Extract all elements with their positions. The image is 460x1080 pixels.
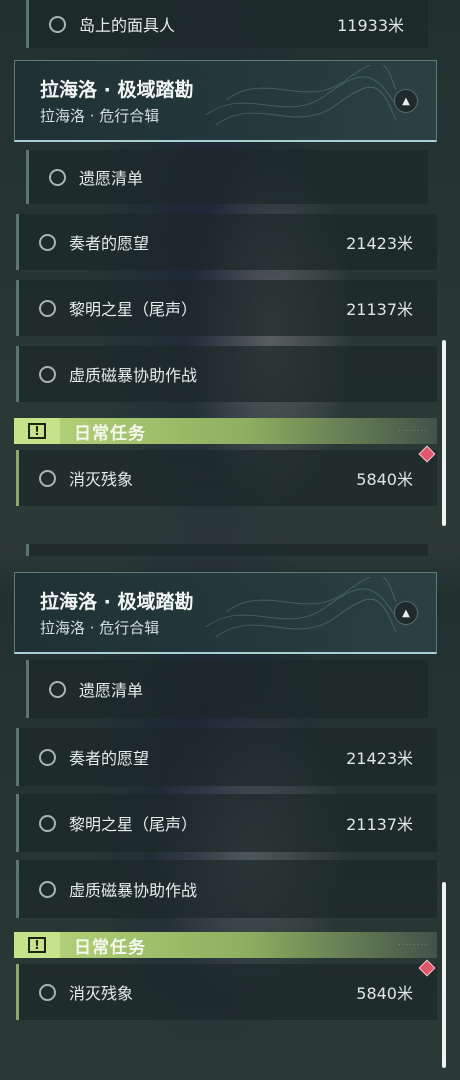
section-header[interactable]: 拉海洛 · 极域踏勘 拉海洛 · 危行合辑 ▲ [14, 60, 437, 142]
quest-distance: 11933米 [337, 16, 404, 35]
radio-circle-icon [49, 168, 66, 186]
section-title: 拉海洛 · 极域踏勘 [40, 591, 194, 613]
radio-circle-icon [39, 880, 56, 898]
radio-circle-icon [39, 469, 56, 487]
section-title: 拉海洛 · 极域踏勘 [40, 79, 194, 101]
quest-label: 遗愿清单 [79, 681, 144, 700]
section-header[interactable]: 拉海洛 · 极域踏勘 拉海洛 · 危行合辑 ▲ [14, 572, 437, 654]
quest-distance: 21137米 [346, 815, 413, 834]
daily-tasks-label: 日常任务 [74, 423, 146, 444]
exclamation-icon: ! [14, 418, 60, 444]
quest-panel-1: 岛上的面具人 11933米 拉海洛 · 极域踏勘 拉海洛 · 危行合辑 ▲ 遗愿… [0, 0, 460, 540]
quest-label: 黎明之星（尾声） [69, 300, 198, 319]
quest-label: 消灭残象 [69, 984, 134, 1003]
quest-label: 虚质磁暴协助作战 [69, 881, 198, 900]
quest-row-dawn-star[interactable]: 黎明之星（尾声） 21137米 [16, 794, 437, 852]
quest-distance: 5840米 [356, 470, 413, 489]
daily-tasks-banner: ! 日常任务 · · · · · · · · [14, 932, 437, 958]
quest-row-player-wish[interactable]: 奏者的愿望 21423米 [16, 728, 437, 786]
scrollbar-thumb[interactable] [442, 340, 446, 526]
scrollbar-thumb[interactable] [442, 882, 446, 1068]
radio-circle-icon [39, 983, 56, 1001]
quest-label: 黎明之星（尾声） [69, 815, 198, 834]
quest-label: 奏者的愿望 [69, 234, 150, 253]
quest-row-storm-assist[interactable]: 虚质磁暴协助作战 [16, 860, 437, 918]
chevron-up-icon[interactable]: ▲ [394, 601, 418, 625]
quest-row-partial [26, 544, 428, 556]
quest-panel-2: 拉海洛 · 极域踏勘 拉海洛 · 危行合辑 ▲ 遗愿清单 奏者的愿望 21423… [0, 540, 460, 1080]
quest-label: 遗愿清单 [79, 169, 144, 188]
radio-circle-icon [49, 15, 66, 33]
radio-circle-icon [39, 365, 56, 383]
quest-label: 岛上的面具人 [79, 16, 176, 35]
quest-row-mask-man[interactable]: 岛上的面具人 11933米 [26, 0, 428, 48]
exclamation-icon: ! [14, 932, 60, 958]
banner-fine-print: · · · · · · · · [398, 941, 427, 949]
quest-row-eliminate[interactable]: 消灭残象 5840米 [16, 964, 437, 1020]
quest-distance: 21137米 [346, 300, 413, 319]
section-subtitle: 拉海洛 · 危行合辑 [40, 107, 160, 125]
quest-row-eliminate[interactable]: 消灭残象 5840米 [16, 450, 437, 506]
quest-distance: 21423米 [346, 749, 413, 768]
radio-circle-icon [49, 680, 66, 698]
banner-fine-print: · · · · · · · · [398, 427, 427, 435]
quest-label: 虚质磁暴协助作战 [69, 366, 198, 385]
quest-row-last-wish[interactable]: 遗愿清单 [26, 660, 428, 718]
topography-decoration [206, 65, 396, 126]
quest-row-last-wish[interactable]: 遗愿清单 [26, 150, 428, 204]
quest-distance: 5840米 [356, 984, 413, 1003]
radio-circle-icon [39, 748, 56, 766]
topography-decoration [206, 577, 396, 638]
section-subtitle: 拉海洛 · 危行合辑 [40, 619, 160, 637]
quest-label: 奏者的愿望 [69, 749, 150, 768]
daily-tasks-label: 日常任务 [74, 937, 146, 958]
quest-row-storm-assist[interactable]: 虚质磁暴协助作战 [16, 346, 437, 402]
daily-tasks-banner: ! 日常任务 · · · · · · · · [14, 418, 437, 444]
chevron-up-icon[interactable]: ▲ [394, 89, 418, 113]
quest-label: 消灭残象 [69, 470, 134, 489]
quest-row-player-wish[interactable]: 奏者的愿望 21423米 [16, 214, 437, 270]
quest-row-dawn-star[interactable]: 黎明之星（尾声） 21137米 [16, 280, 437, 336]
quest-distance: 21423米 [346, 234, 413, 253]
radio-circle-icon [39, 299, 56, 317]
radio-circle-icon [39, 814, 56, 832]
radio-circle-icon [39, 233, 56, 251]
